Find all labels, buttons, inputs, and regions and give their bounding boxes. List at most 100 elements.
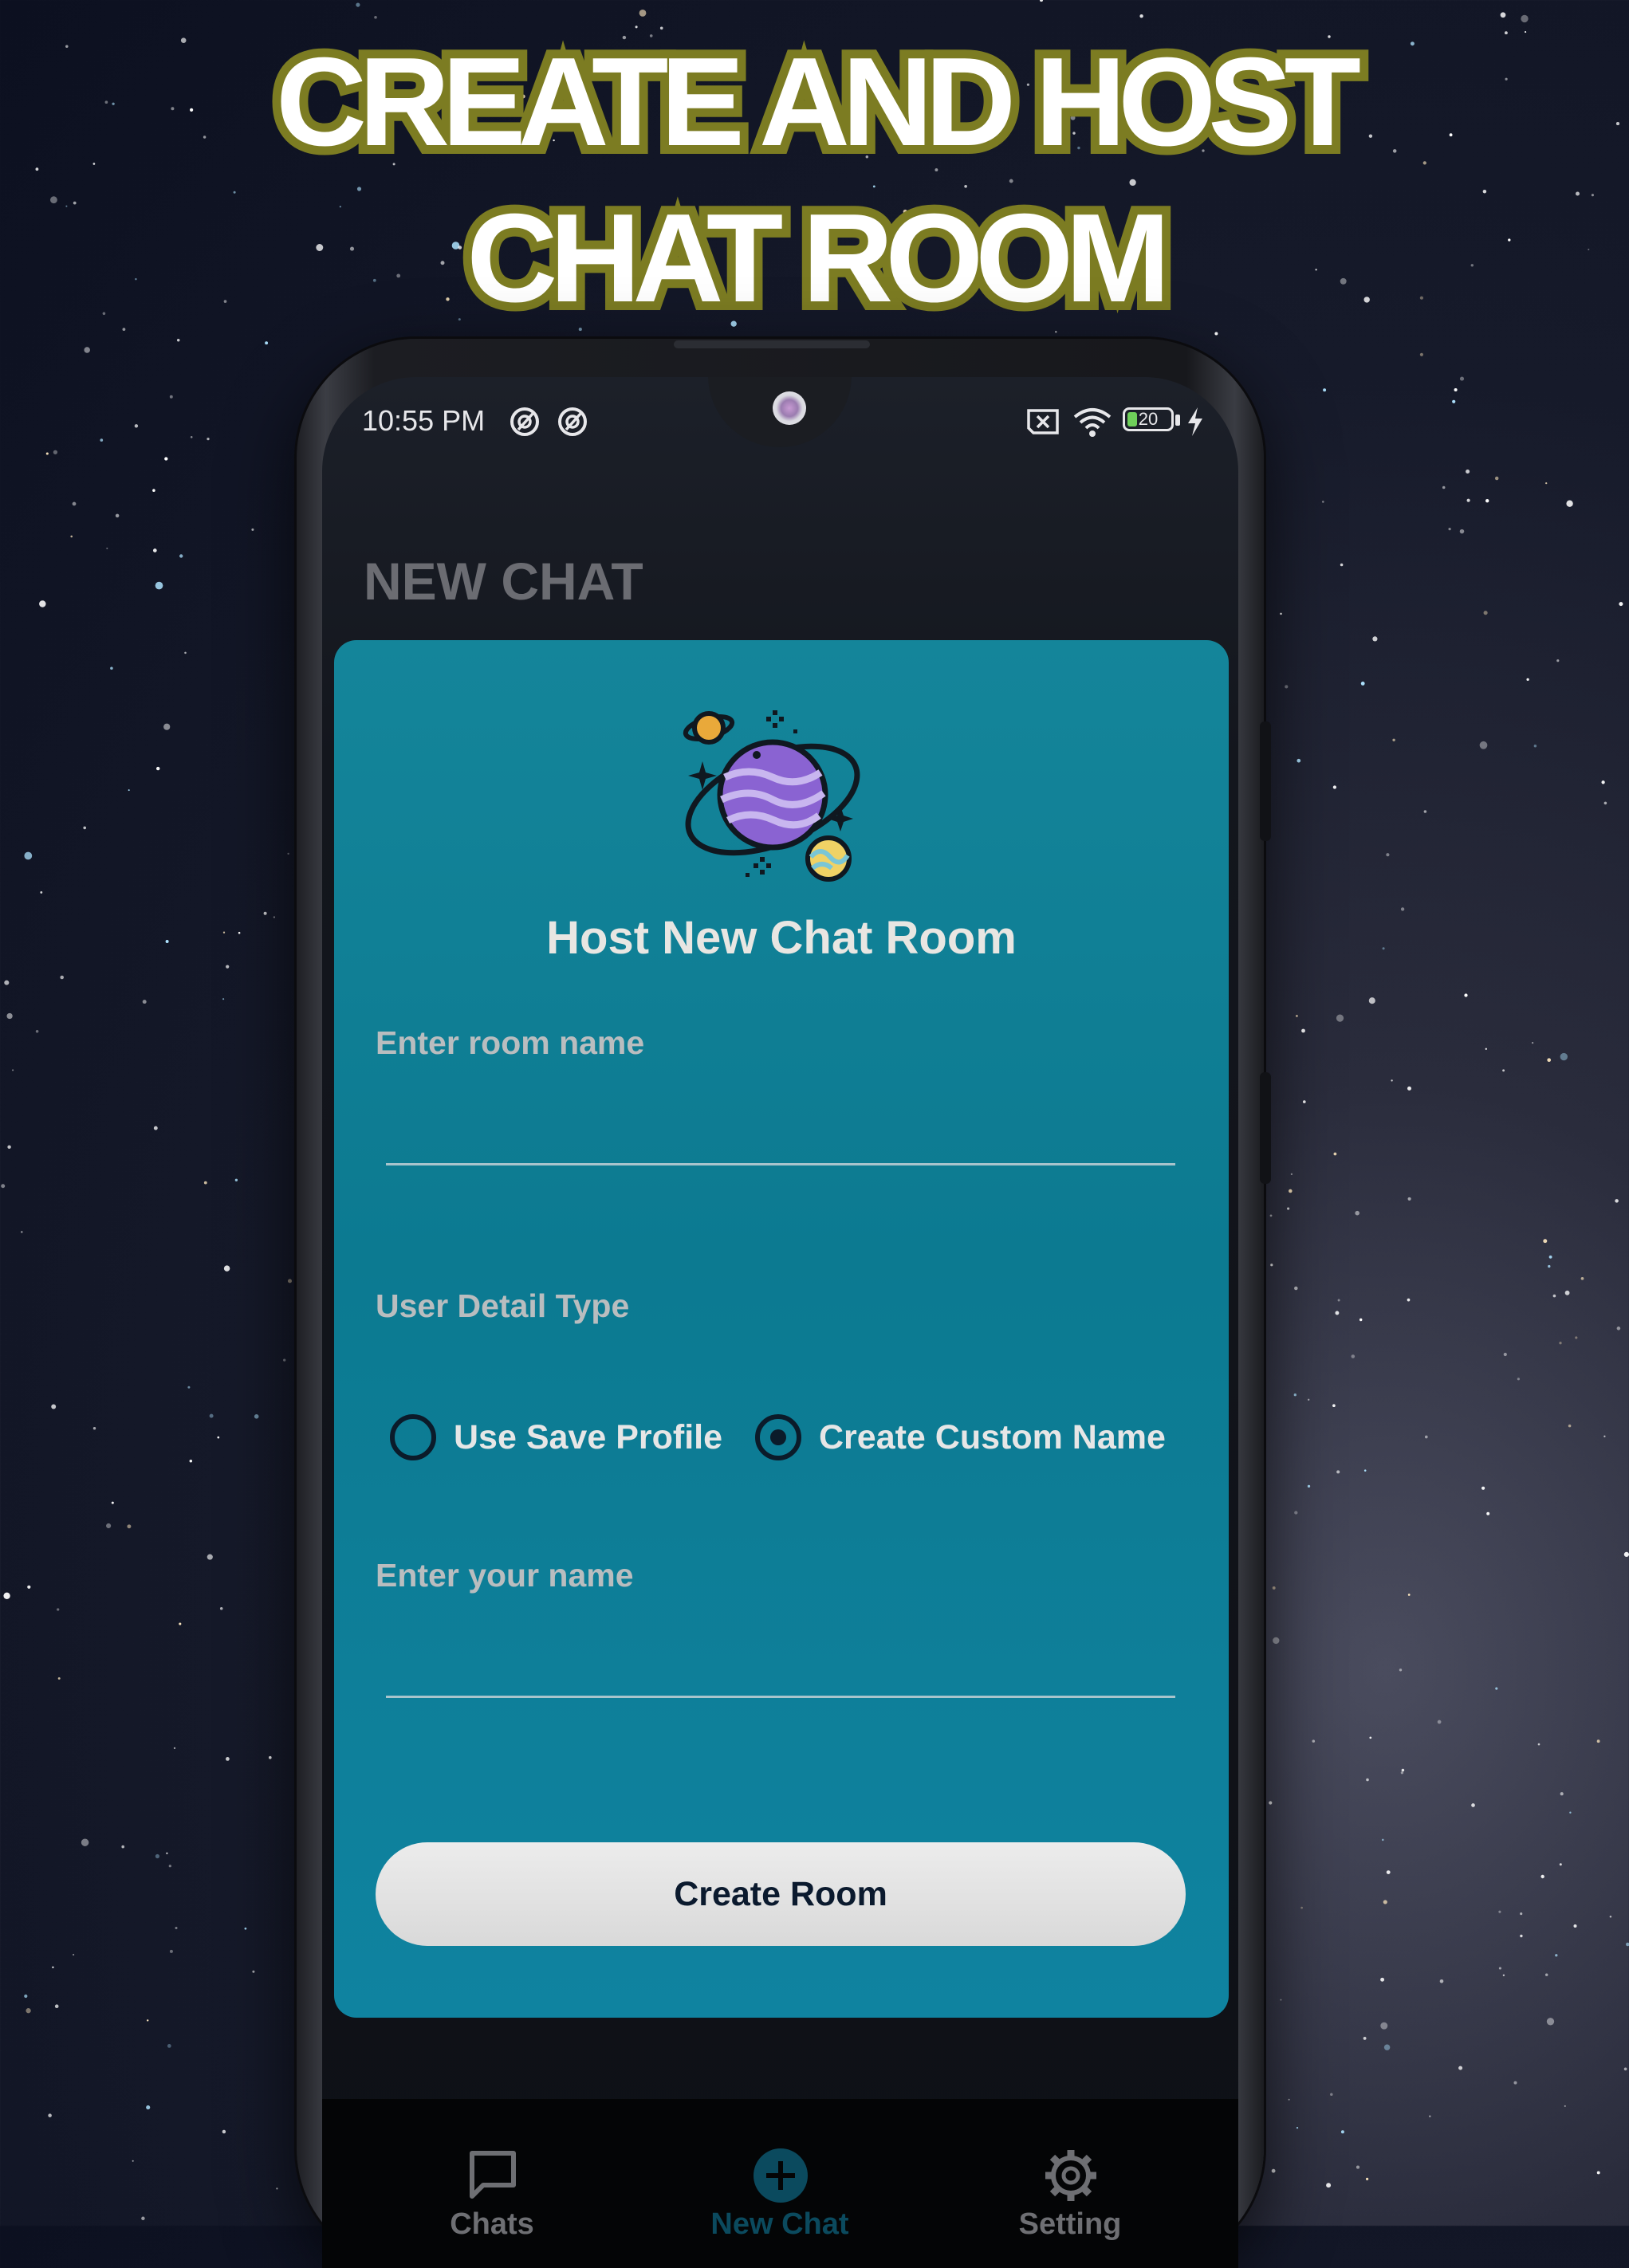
star (1615, 1199, 1619, 1203)
star (1382, 947, 1385, 950)
star (152, 489, 155, 492)
power-button (1260, 1072, 1271, 1184)
star (179, 1622, 182, 1625)
star (223, 1265, 230, 1272)
wifi-icon (1073, 408, 1112, 437)
star (1616, 1327, 1621, 1331)
star (1294, 1286, 1298, 1291)
star (1340, 2130, 1344, 2134)
battery-cap (1175, 415, 1180, 426)
star (128, 789, 130, 792)
star (1407, 1086, 1411, 1091)
star (1392, 738, 1395, 742)
star (54, 2004, 59, 2008)
star (57, 1676, 61, 1680)
star (1139, 14, 1143, 18)
promo-headline: CREATE AND HOST CHAT ROOM (0, 23, 1629, 337)
star (1269, 1801, 1273, 1805)
charging-bolt-icon (1188, 407, 1202, 436)
headline-line-1: CREATE AND HOST (267, 23, 1370, 181)
nav-item-setting[interactable]: Setting (950, 2099, 1190, 2258)
star (226, 1757, 230, 1761)
star (1383, 2044, 1391, 2050)
user-detail-type-label: User Detail Type (376, 1287, 630, 1324)
star (1568, 1424, 1572, 1428)
create-room-button[interactable]: Create Room (376, 1842, 1186, 1946)
star (152, 548, 157, 552)
star (1520, 1934, 1523, 1938)
star (374, 16, 377, 19)
radio-label-use-save-profile: Use Save Profile (454, 1417, 723, 1456)
star (1540, 1874, 1544, 1879)
star (1543, 1239, 1548, 1244)
star (1566, 500, 1573, 507)
notification-icon (558, 407, 587, 436)
star (111, 1501, 114, 1504)
your-name-input[interactable] (386, 1619, 1175, 1691)
star (238, 931, 241, 934)
star (1, 1184, 6, 1189)
star (70, 535, 73, 538)
star (1386, 1870, 1391, 1875)
star (1520, 1912, 1523, 1916)
star (1481, 1486, 1485, 1490)
star (189, 1459, 193, 1463)
star (222, 2129, 226, 2134)
star (51, 1404, 57, 1409)
star (276, 2187, 278, 2190)
star (1323, 388, 1327, 392)
star (1466, 469, 1470, 474)
star (3, 1592, 10, 1599)
star (1285, 685, 1289, 689)
radio-use-save-profile[interactable]: Use Save Profile (390, 1409, 722, 1465)
star (203, 1181, 207, 1185)
star (1544, 1973, 1548, 1976)
radio-create-custom-name[interactable]: Create Custom Name (755, 1409, 1166, 1465)
star (254, 1414, 259, 1419)
star (167, 2044, 171, 2048)
phone-speaker (674, 340, 870, 348)
star (1336, 1470, 1340, 1474)
star (1273, 1637, 1280, 1645)
star (234, 1178, 238, 1181)
star (1407, 1298, 1411, 1302)
star (1471, 1803, 1475, 1807)
radio-button-selected[interactable] (755, 1414, 801, 1460)
star (207, 437, 210, 441)
star (142, 1000, 147, 1004)
star (155, 1853, 159, 1859)
star (1271, 2168, 1276, 2173)
room-name-input[interactable] (386, 1087, 1175, 1158)
star (1312, 1739, 1316, 1743)
star (1270, 1264, 1273, 1267)
battery-icon: 20 (1123, 407, 1174, 431)
star (1269, 1214, 1273, 1217)
status-time: 10:55 PM (362, 404, 486, 437)
nav-item-chats[interactable]: Chats (372, 2099, 612, 2258)
star (1386, 853, 1390, 857)
star (1293, 1393, 1297, 1397)
star (21, 1231, 23, 1233)
star (1332, 785, 1337, 789)
star (12, 1069, 14, 1071)
star (106, 547, 108, 549)
sim-off-icon (1027, 409, 1059, 434)
star (4, 980, 10, 985)
star (209, 1413, 214, 1418)
your-name-underline (386, 1696, 1175, 1698)
star (24, 1994, 28, 1999)
star (100, 438, 104, 442)
star (1564, 2105, 1566, 2107)
plus-circle-icon (754, 2148, 808, 2203)
star (127, 1524, 132, 1529)
star (1580, 1276, 1584, 1280)
star (1400, 1771, 1404, 1775)
radio-button-unselected[interactable] (390, 1414, 436, 1460)
star (1498, 1910, 1501, 1913)
star (1280, 612, 1282, 615)
star (1521, 14, 1529, 23)
nav-item-new-chat[interactable]: New Chat (660, 2099, 899, 2258)
star (1603, 801, 1607, 805)
star (222, 998, 225, 1000)
star (1399, 1669, 1403, 1672)
